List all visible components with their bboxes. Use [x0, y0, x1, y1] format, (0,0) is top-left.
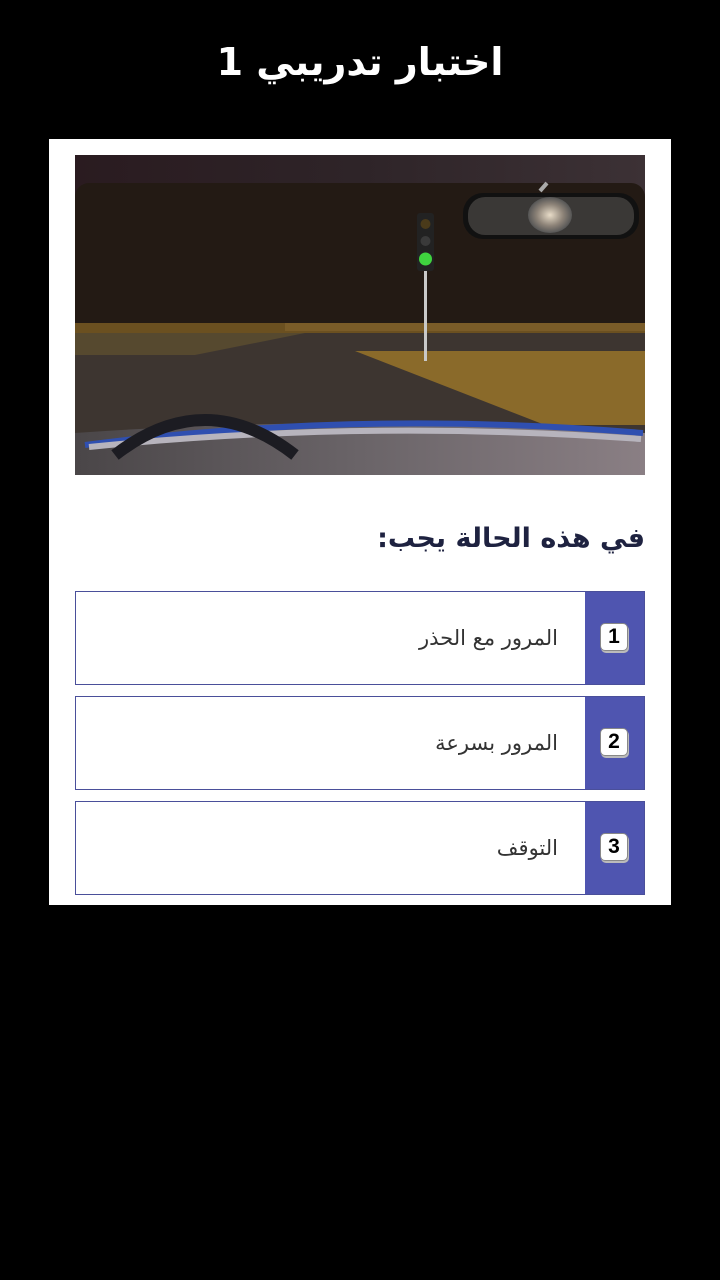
question-card: في هذه الحالة يجب: 1 المرور مع الحذر 2 ا… — [49, 139, 671, 905]
answer-label: المرور مع الحذر — [419, 626, 558, 650]
answer-number: 1 — [600, 623, 628, 651]
answer-option-1[interactable]: 1 المرور مع الحذر — [75, 591, 645, 685]
answer-number: 3 — [600, 833, 628, 861]
page-title: اختبار تدريبي 1 — [216, 40, 504, 84]
answer-number-box: 3 — [585, 802, 644, 894]
question-text: في هذه الحالة يجب: — [377, 523, 645, 554]
answer-option-2[interactable]: 2 المرور بسرعة — [75, 696, 645, 790]
answer-number: 2 — [600, 728, 628, 756]
answer-number-box: 2 — [585, 697, 644, 789]
answer-label: التوقف — [496, 836, 558, 860]
driving-scene-image — [75, 155, 645, 475]
answer-number-box: 1 — [585, 592, 644, 684]
answer-option-3[interactable]: 3 التوقف — [75, 801, 645, 895]
answer-label: المرور بسرعة — [435, 731, 558, 755]
